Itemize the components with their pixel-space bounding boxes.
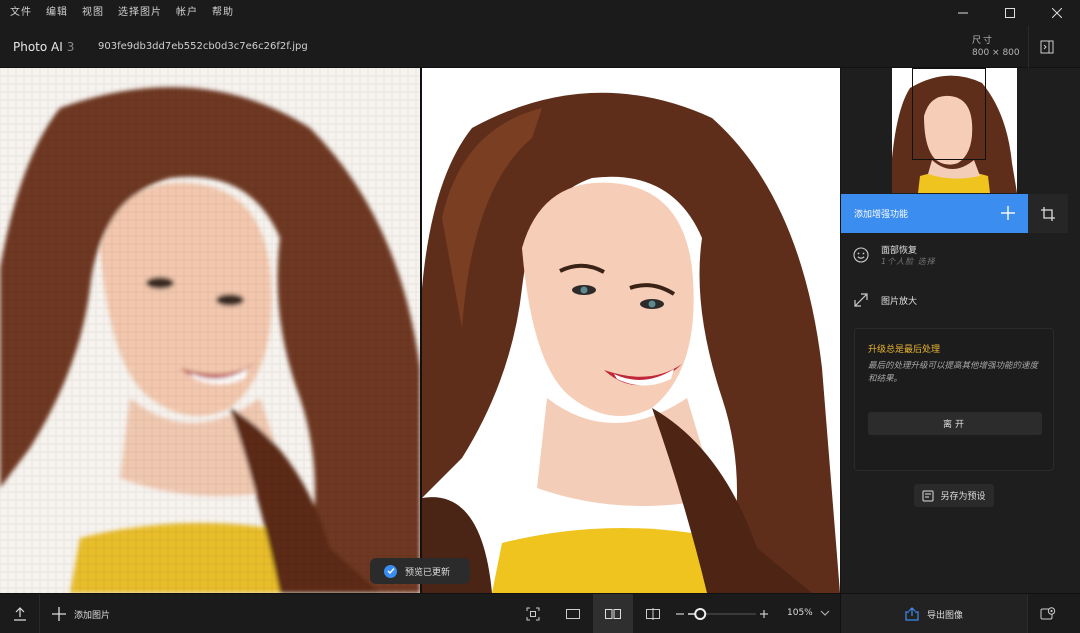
enhanced-preview[interactable] [422,68,840,593]
add-enhancement-button[interactable]: 添加增强功能 [841,194,1028,233]
zoom-level[interactable]: 105% [787,608,813,618]
minimize-button[interactable] [939,0,986,26]
toast-text: 预览已更新 [405,567,451,578]
dimensions-value: 800 × 800 [972,48,1020,58]
menu-file[interactable]: 文件 [0,0,39,26]
close-icon [1051,8,1062,18]
expand-icon [854,293,868,307]
add-enhancement-label: 添加增强功能 [854,210,909,220]
maximize-button[interactable] [986,0,1033,26]
menu-help[interactable]: 帮助 [205,0,241,26]
upload-button[interactable] [0,594,40,633]
upgrade-title: 升级总是最后处理 [868,345,941,355]
window-controls [939,0,1080,26]
upgrade-description: 最后的处理升级可以提高其他增强功能的速度和结果。 [868,361,1039,384]
zoom-slider[interactable] [676,594,772,633]
upload-icon [13,607,26,621]
menu-edit[interactable]: 编辑 [39,0,75,26]
image-canvas[interactable]: 预览已更新 [0,68,840,593]
panel-toggle-button[interactable] [1028,26,1065,68]
export-image-button[interactable]: 导出图像 [840,594,1027,633]
feature-subtitle: 1个人脸 选择 [881,257,936,266]
original-photo [0,68,420,593]
leave-button[interactable]: 离开 [868,412,1042,435]
app-window: 文件 编辑 视图 选择图片 帐户 帮助 Photo AI 3 903fe9db3d… [0,0,1080,633]
app-version: 3 [66,40,75,54]
export-label: 导出图像 [926,610,963,621]
crop-button[interactable] [1028,194,1068,233]
add-image-label: 添加图片 [74,610,111,621]
upgrade-notice: 升级总是最后处理 最后的处理升级可以提高其他增强功能的速度和结果。 离开 [854,328,1054,471]
share-icon [905,607,919,621]
gear-icon [1040,607,1055,620]
single-view-button[interactable] [553,594,593,633]
menu-bar: 文件 编辑 视图 选择图片 帐户 帮助 [0,0,1080,26]
save-preset-button[interactable]: 另存为预设 [914,484,994,507]
feature-title: 图片放大 [881,297,918,307]
app-title: Photo AI 3 [13,40,74,54]
panel-toggle-icon [1040,40,1054,54]
original-preview[interactable] [0,68,420,593]
right-sidebar: 添加增强功能 面部恢复 1个人脸 选择 图片放大 升级总是最后处理 最后的处理升… [840,68,1080,593]
feature-title: 面部恢复 [881,246,918,256]
split-view-icon [646,608,660,620]
close-button[interactable] [1033,0,1080,26]
side-by-side-icon [605,609,621,619]
plus-icon [52,607,66,621]
bottom-toolbar: 添加图片 105% 导出图像 [0,593,1080,633]
fit-view-button[interactable] [513,594,553,633]
maximize-icon [1004,8,1015,18]
menu-select-image[interactable]: 选择图片 [111,0,169,26]
plus-icon [1001,206,1015,220]
menu-account[interactable]: 帐户 [169,0,205,26]
zoom-in-icon[interactable] [760,610,768,618]
save-preset-label: 另存为预设 [940,492,986,502]
fit-screen-icon [526,607,540,621]
file-name: 903fe9db3dd7eb552cb0d3c7e6c26f2f.jpg [98,41,308,52]
zoom-thumb[interactable] [694,608,707,620]
split-view-button[interactable] [633,594,673,633]
face-icon [853,247,869,263]
app-name-text: Photo AI [13,40,63,54]
menu-view[interactable]: 视图 [75,0,111,26]
enhanced-photo [422,92,840,593]
export-settings-button[interactable] [1027,594,1067,633]
crop-icon [1041,206,1055,221]
add-image-button[interactable]: 添加图片 [52,594,110,633]
single-view-icon [566,609,580,619]
feature-face-recovery[interactable]: 面部恢复 1个人脸 选择 [841,235,1068,279]
check-circle-icon [384,564,397,578]
dimensions-label: 尺寸 [972,36,995,46]
title-bar: Photo AI 3 903fe9db3dd7eb552cb0d3c7e6c26f… [0,26,1080,68]
viewport-box[interactable] [912,68,986,160]
preset-icon [922,490,934,501]
side-by-side-view-button[interactable] [593,594,633,633]
navigator-thumbnail[interactable] [892,68,1017,193]
feature-upscale[interactable]: 图片放大 [841,280,1068,324]
preview-updated-toast: 预览已更新 [370,558,470,584]
chevron-down-icon[interactable] [820,608,830,618]
minimize-icon [957,12,968,14]
